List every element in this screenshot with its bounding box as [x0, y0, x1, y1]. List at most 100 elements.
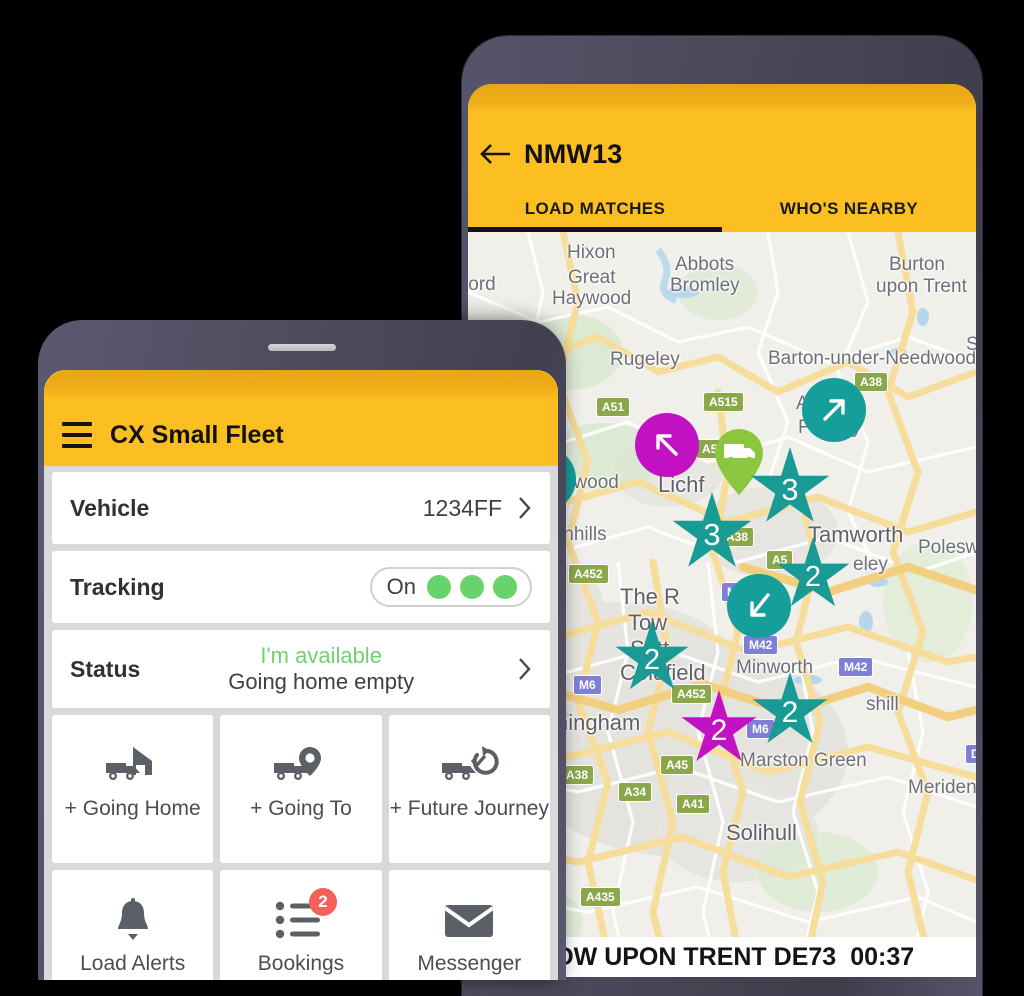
tile-bookings[interactable]: 2 Bookings: [220, 870, 382, 980]
map-place-label: Marston Green: [740, 750, 867, 771]
page-title: NMW13: [524, 138, 623, 169]
appbar-back: NMW13 LOAD MATCHES WHO'S NEARBY: [468, 84, 976, 232]
dashboard-body: Vehicle 1234FF Tracking On Status I'm av…: [44, 466, 558, 980]
map-place-label: Polesworth: [918, 537, 976, 558]
arrow-up-left-icon: [656, 434, 678, 456]
map-road-shield: A41: [676, 794, 711, 814]
tile-label: + Going Home: [64, 797, 201, 820]
appbar-gradient-back: [468, 84, 976, 114]
map-place-label: eley: [853, 554, 888, 575]
tile-label: Load Alerts: [80, 952, 186, 975]
map-road-shield: A452: [671, 684, 712, 704]
row-tracking[interactable]: Tracking On: [52, 551, 550, 623]
tile-label: Messenger: [417, 952, 522, 975]
map-place-label: upon Trent: [876, 276, 967, 297]
map-place-label: shill: [866, 694, 899, 715]
appbar-title-row-front: CX Small Fleet: [44, 406, 558, 464]
row-tracking-label: Tracking: [70, 573, 165, 600]
action-tile-grid: + Going Home + Going To + Future Journey…: [52, 715, 550, 980]
map-marker-direction[interactable]: [635, 413, 699, 477]
arrow-up-right-icon: [823, 399, 845, 421]
map-place-label: Abbots: [675, 254, 735, 275]
map-place-label: Hixon: [567, 242, 616, 263]
appbar-gradient-front: [44, 370, 558, 400]
chevron-right-icon: [518, 496, 532, 520]
cluster-count: 2: [643, 643, 661, 676]
tab-whos-nearby[interactable]: WHO'S NEARBY: [722, 186, 976, 232]
map-place-label: Burton: [889, 254, 945, 275]
map-road-shield: M42: [743, 635, 779, 655]
appbar-title-row-back: NMW13: [468, 126, 976, 182]
cluster-count: 3: [703, 517, 721, 552]
tracking-dot: [460, 575, 484, 599]
map-place-label: Barton-under-Needwood: [768, 348, 976, 369]
row-vehicle-label: Vehicle: [70, 494, 150, 521]
map-place-label: Tow: [628, 610, 668, 635]
tile-future-journey[interactable]: + Future Journey: [388, 715, 550, 863]
arrow-down-left-icon: [750, 593, 770, 617]
tile-load-alerts[interactable]: Load Alerts: [52, 870, 214, 980]
map-place-label: Haywood: [552, 288, 632, 309]
chevron-right-icon: [518, 657, 532, 681]
status-availability: I'm available: [260, 642, 382, 668]
tab-load-matches[interactable]: LOAD MATCHES: [468, 186, 722, 232]
bookings-badge: 2: [308, 888, 337, 916]
cluster-count: 3: [781, 472, 799, 507]
tile-going-home[interactable]: + Going Home: [52, 715, 214, 863]
map-marker-vehicle-pin[interactable]: [711, 427, 767, 497]
truck-repeat-icon: [438, 739, 500, 791]
map-marker-direction[interactable]: [727, 574, 791, 638]
map-road-shield: A452: [568, 564, 609, 584]
row-status[interactable]: Status I'm available Going home empty: [52, 630, 550, 708]
map-place-label: Tamworth: [808, 522, 904, 547]
map-place-label: Bromley: [670, 275, 740, 296]
bell-icon: [111, 894, 155, 946]
tracking-dot: [427, 575, 451, 599]
tab-bar: LOAD MATCHES WHO'S NEARBY: [468, 186, 976, 232]
row-vehicle-value: 1234FF: [422, 494, 502, 521]
map-marker-direction[interactable]: [802, 378, 866, 442]
truck-home-icon: [102, 739, 164, 791]
tile-messenger[interactable]: Messenger: [388, 870, 550, 980]
truck-pin-icon: [270, 739, 332, 791]
map-road-shield: A45: [660, 755, 695, 775]
tile-going-to[interactable]: + Going To: [220, 715, 382, 863]
truck-icon: [715, 429, 763, 495]
tile-label: + Going To: [250, 797, 352, 820]
hamburger-menu-icon[interactable]: [44, 422, 110, 448]
tile-label: + Future Journey: [389, 797, 549, 820]
tile-label: Bookings: [257, 952, 345, 975]
envelope-icon: [443, 894, 495, 946]
map-road-shield: A515: [703, 392, 744, 412]
tracking-toggle[interactable]: On: [369, 567, 532, 607]
app-title: CX Small Fleet: [110, 420, 284, 449]
map-place-label: Minworth: [736, 657, 814, 678]
tracking-dot: [493, 575, 517, 599]
map-place-label: Rugeley: [610, 349, 680, 370]
map-place-label: Sw: [966, 334, 976, 355]
map-road-shield: D: [965, 744, 976, 764]
phone-speaker-front: [268, 344, 336, 351]
map-place-label: Meriden: [908, 777, 976, 798]
cluster-count: 2: [781, 696, 799, 729]
cluster-count: 2: [710, 714, 728, 747]
tracking-toggle-state: On: [386, 574, 416, 599]
map-road-shield: M6: [573, 675, 602, 695]
row-status-label: Status: [70, 655, 141, 682]
map-place-label: The R: [620, 584, 680, 609]
cluster-count: 2: [804, 560, 822, 593]
map-road-shield: A435: [580, 887, 621, 907]
appbar-front: CX Small Fleet: [44, 370, 558, 466]
map-place-label: Great: [568, 267, 616, 288]
map-road-shield: A38: [854, 372, 889, 392]
row-vehicle[interactable]: Vehicle 1234FF: [52, 472, 550, 544]
map-place-label: ford: [468, 274, 496, 295]
list-icon: 2: [275, 888, 337, 946]
screen-front: CX Small Fleet Vehicle 1234FF Tracking O…: [44, 370, 558, 980]
map-road-shield: M42: [838, 657, 874, 677]
map-road-shield: A34: [618, 782, 653, 802]
arrow-left-icon[interactable]: [468, 142, 524, 166]
map-road-shield: A51: [596, 397, 631, 417]
status-value-group: I'm available Going home empty: [140, 643, 502, 696]
status-detail: Going home empty: [228, 668, 415, 694]
